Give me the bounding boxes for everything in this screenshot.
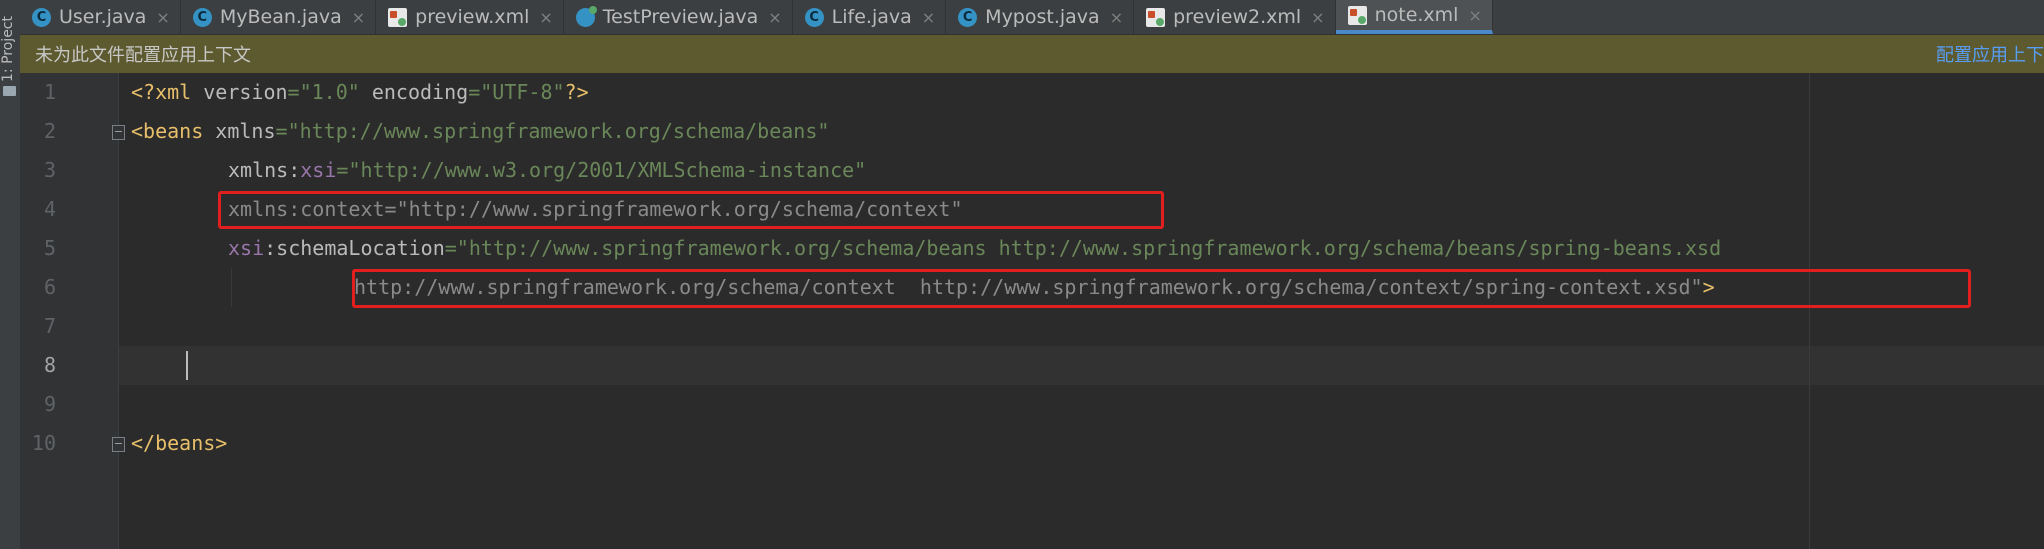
java-class-icon: C — [804, 7, 824, 27]
close-icon[interactable]: × — [1110, 8, 1123, 27]
notification-message: 未为此文件配置应用上下文 — [35, 45, 251, 66]
line-number: 4 — [43, 197, 56, 221]
project-tool-strip[interactable]: 1: Project — [0, 0, 21, 549]
tab-mypost-java[interactable]: C Mypost.java × — [946, 0, 1135, 34]
editor-tab-bar: C User.java × C MyBean.java × preview.xm… — [20, 0, 2044, 35]
close-icon[interactable]: × — [768, 8, 781, 27]
tab-preview-xml[interactable]: preview.xml × — [376, 0, 564, 34]
tab-life-java[interactable]: C Life.java × — [793, 0, 947, 34]
line-number: 3 — [43, 158, 56, 182]
tab-note-xml[interactable]: note.xml × — [1335, 0, 1493, 34]
line-number: 5 — [43, 236, 56, 260]
tab-label: MyBean.java — [219, 6, 342, 28]
code-line-3: xmlns:xsi="http://www.w3.org/2001/XMLSch… — [228, 158, 867, 182]
tab-preview2-xml[interactable]: preview2.xml × — [1134, 0, 1336, 34]
spring-xml-icon — [388, 7, 408, 27]
fold-collapse-icon[interactable] — [112, 437, 125, 452]
code-line-5: xsi:schemaLocation="http://www.springfra… — [228, 236, 1722, 260]
tab-user-java[interactable]: C User.java × — [20, 0, 181, 34]
tab-label: Life.java — [831, 6, 912, 28]
close-icon[interactable]: × — [922, 8, 935, 27]
spring-xml-icon — [1146, 7, 1166, 27]
indent-guide — [231, 268, 232, 307]
java-class-icon: C — [958, 7, 978, 27]
text-caret — [186, 351, 188, 380]
code-line-10: </beans> — [131, 431, 228, 455]
code-line-2: <beans xmlns="http://www.springframework… — [131, 119, 830, 143]
context-notification-bar: 未为此文件配置应用上下文 配置应用上下 — [20, 35, 2044, 73]
line-number: 1 — [43, 80, 56, 104]
tab-label: User.java — [59, 6, 147, 28]
line-number-gutter[interactable]: 1 2 3 4 5 6 7 8 9 10 — [20, 73, 119, 549]
close-icon[interactable]: × — [539, 8, 552, 27]
close-icon[interactable]: × — [352, 8, 365, 27]
tab-label: note.xml — [1374, 4, 1459, 26]
tab-label: preview2.xml — [1173, 6, 1302, 28]
test-class-icon — [575, 5, 597, 27]
line-number: 6 — [43, 275, 56, 299]
tab-label: preview.xml — [415, 6, 530, 28]
tab-label: Mypost.java — [985, 6, 1100, 28]
code-editor[interactable]: 1 2 3 4 5 6 7 8 9 10 <?xml version="1.0"… — [20, 73, 2044, 549]
fold-collapse-icon[interactable] — [112, 125, 125, 140]
annotation-box-context-namespace — [218, 191, 1164, 229]
tab-label: TestPreview.java — [602, 6, 759, 28]
close-icon[interactable]: × — [1468, 6, 1481, 25]
folder-icon — [3, 86, 16, 96]
java-class-icon: C — [192, 7, 212, 27]
tab-mybean-java[interactable]: C MyBean.java × — [181, 0, 377, 34]
code-line-1: <?xml version="1.0" encoding="UTF-8"?> — [131, 80, 589, 104]
line-number: 10 — [31, 431, 56, 455]
close-icon[interactable]: × — [1311, 8, 1324, 27]
current-line-highlight — [119, 346, 2044, 385]
project-tool-label[interactable]: 1: Project — [0, 16, 20, 82]
line-number: 2 — [43, 119, 56, 143]
right-margin-guide — [1809, 73, 1810, 549]
spring-xml-icon — [1347, 5, 1367, 25]
line-number-current: 8 — [43, 353, 56, 377]
line-number: 9 — [43, 392, 56, 416]
annotation-box-context-schema — [352, 269, 1971, 308]
line-number: 7 — [43, 314, 56, 338]
tab-testpreview-java[interactable]: TestPreview.java × — [564, 0, 793, 34]
configure-context-link[interactable]: 配置应用上下 — [1936, 41, 2044, 67]
java-class-icon: C — [32, 7, 51, 27]
close-icon[interactable]: × — [156, 8, 169, 27]
